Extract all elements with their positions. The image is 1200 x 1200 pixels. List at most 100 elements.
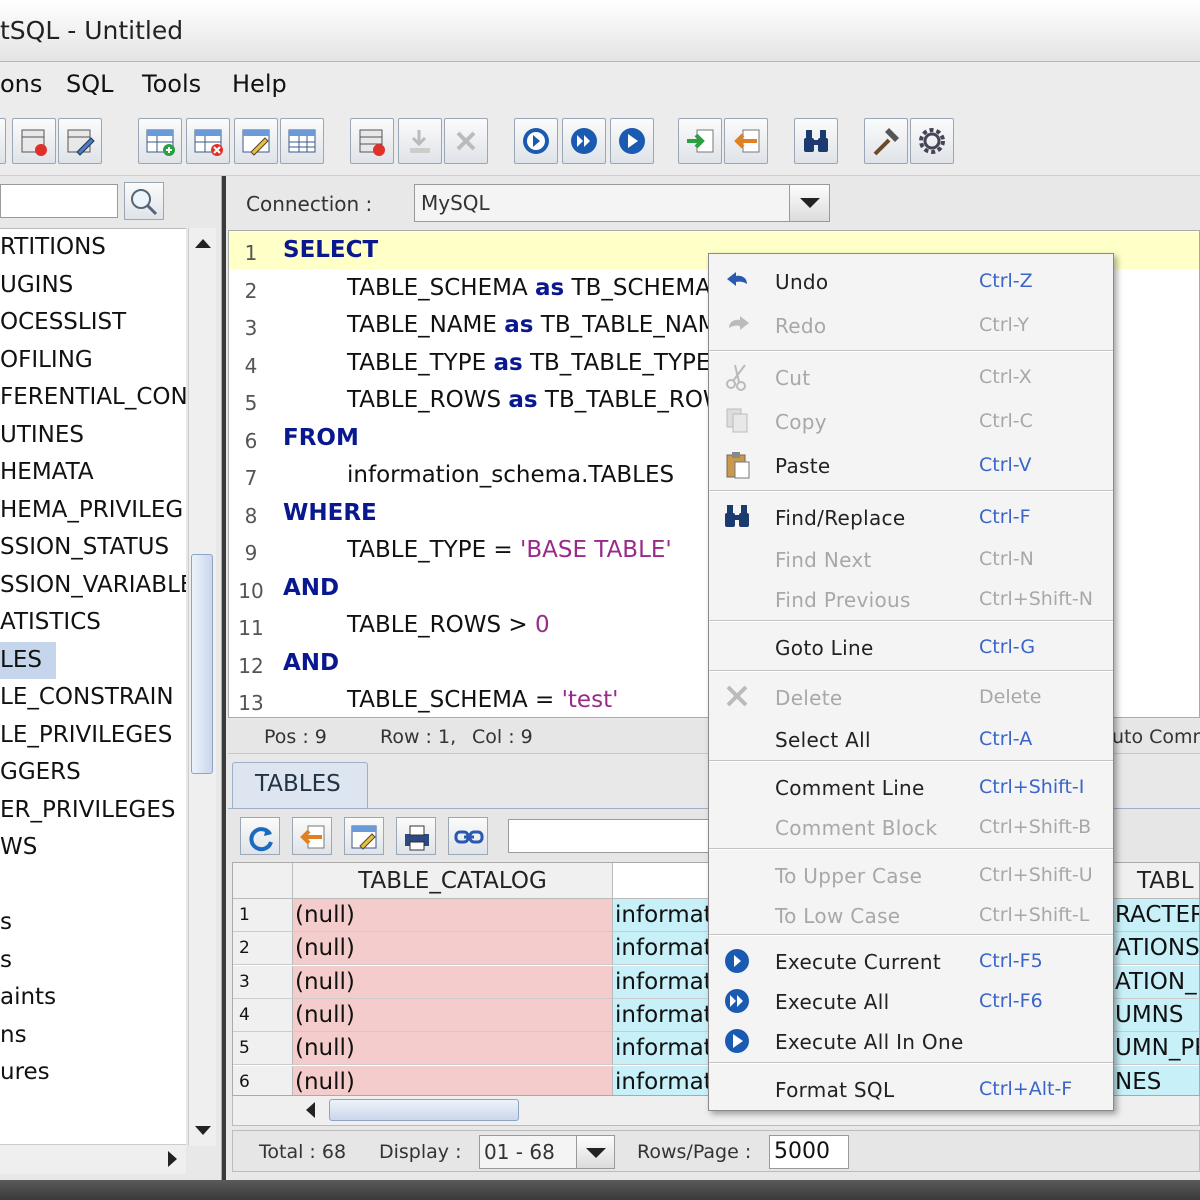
grid-cell[interactable]: (null) — [293, 965, 613, 999]
db-edit-button[interactable] — [58, 118, 102, 164]
grid-cell[interactable]: (null) — [293, 932, 613, 966]
tree-item[interactable]: UGINS — [0, 267, 73, 304]
grid-cell[interactable]: (null) — [293, 998, 613, 1032]
export-button[interactable] — [678, 118, 722, 164]
tree-item[interactable]: s — [0, 904, 12, 941]
scroll-left-icon[interactable] — [297, 1096, 325, 1124]
row-number-cell[interactable]: 6 — [233, 1065, 293, 1095]
scroll-down-icon[interactable] — [189, 1116, 217, 1146]
context-menu-format-sql[interactable]: Format SQL Ctrl+Alt-F — [709, 1070, 1113, 1108]
menu-sql[interactable]: SQL — [66, 70, 114, 98]
grid-cell[interactable]: (null) — [293, 1032, 613, 1066]
tree-item[interactable]: s — [0, 942, 12, 979]
grid-header-table-catalog[interactable]: TABLE_CATALOG — [293, 863, 613, 899]
tree-item[interactable]: ns — [0, 1017, 27, 1054]
row-number-cell[interactable]: 5 — [233, 1032, 293, 1066]
grid-cell[interactable]: RACTER — [1113, 899, 1199, 932]
display-dropdown-button[interactable] — [576, 1136, 614, 1168]
rows-per-page-input[interactable]: 5000 — [769, 1135, 849, 1169]
tree-search-input[interactable] — [0, 184, 118, 218]
tree-item[interactable]: HEMATA — [0, 454, 94, 491]
table-add-button[interactable] — [138, 118, 182, 164]
tree-item[interactable]: FERENTIAL_CON — [0, 379, 186, 416]
tree-item[interactable]: SSION_VARIABLE — [0, 567, 186, 604]
tree-item[interactable]: WS — [0, 829, 37, 866]
tab-tables[interactable]: TABLES — [232, 762, 368, 808]
link-button[interactable] — [448, 817, 488, 855]
scroll-right-icon[interactable] — [158, 1145, 186, 1173]
grid-cell[interactable]: informat — [613, 1032, 713, 1066]
grid-cell[interactable]: ATION_ — [1113, 965, 1199, 999]
tree-item[interactable]: HEMA_PRIVILEG — [0, 492, 183, 529]
grid-cell[interactable]: (null) — [293, 1065, 613, 1095]
grid-cell[interactable]: informat — [613, 1065, 713, 1095]
print-button[interactable] — [396, 817, 436, 855]
table-edit-button[interactable] — [234, 118, 278, 164]
execute-current-button[interactable] — [514, 118, 558, 164]
context-menu-paste[interactable]: Paste Ctrl-V — [709, 446, 1113, 484]
tree-item[interactable]: SSION_STATUS — [0, 529, 169, 566]
context-menu-undo[interactable]: Undo Ctrl-Z — [709, 262, 1113, 300]
db-partial-button[interactable] — [0, 118, 6, 164]
menu-tools[interactable]: Tools — [142, 70, 201, 98]
context-menu-execute-current[interactable]: Execute Current Ctrl-F5 — [709, 942, 1113, 980]
grid-header-col2[interactable] — [613, 863, 713, 899]
context-menu-comment-line[interactable]: Comment Line Ctrl+Shift-I — [709, 768, 1113, 806]
row-number-cell[interactable]: 4 — [233, 998, 293, 1032]
grid-cell[interactable]: informat — [613, 998, 713, 1032]
grid-cell[interactable]: informat — [613, 965, 713, 999]
tree-item[interactable]: ures — [0, 1054, 50, 1091]
grid-cell[interactable]: UMNS — [1113, 998, 1199, 1032]
context-menu-find-replace[interactable]: Find/Replace Ctrl-F — [709, 498, 1113, 536]
context-menu-copy[interactable]: Copy Ctrl-C — [709, 402, 1113, 440]
tree-horizontal-scrollbar[interactable] — [0, 1144, 186, 1174]
table-remove-button[interactable] — [186, 118, 230, 164]
context-menu-delete[interactable]: Delete Delete — [709, 678, 1113, 716]
grid-scroll-thumb[interactable] — [329, 1099, 519, 1121]
grid-cell[interactable]: informat — [613, 899, 713, 932]
edit-grid-button[interactable] — [344, 817, 384, 855]
tree-item[interactable]: ATISTICS — [0, 604, 101, 641]
menu-help[interactable]: Help — [232, 70, 287, 98]
context-menu-find-previous[interactable]: Find Previous Ctrl+Shift-N — [709, 580, 1113, 618]
tree-item[interactable]: aints — [0, 979, 56, 1016]
context-menu-goto-line[interactable]: Goto Line Ctrl-G — [709, 628, 1113, 666]
clear-button[interactable] — [444, 118, 488, 164]
tree-item[interactable]: LE_CONSTRAIN — [0, 679, 174, 716]
tree-item[interactable]: LE_PRIVILEGES — [0, 717, 172, 754]
connection-select[interactable]: MySQL — [414, 184, 830, 222]
db-remove-button[interactable] — [12, 118, 56, 164]
context-menu-to-low-case[interactable]: To Low Case Ctrl+Shift-L — [709, 896, 1113, 934]
tools-button[interactable] — [864, 118, 908, 164]
grid-cell[interactable]: ATIONS — [1113, 932, 1199, 966]
context-menu-select-all[interactable]: Select All Ctrl-A — [709, 720, 1113, 758]
find-button[interactable] — [794, 118, 838, 164]
context-menu-to-upper-case[interactable]: To Upper Case Ctrl+Shift-U — [709, 856, 1113, 894]
refresh-button[interactable] — [240, 817, 280, 855]
grid-header-rownum[interactable] — [233, 863, 293, 899]
tree-item[interactable]: UTINES — [0, 417, 84, 454]
import-back-button[interactable] — [724, 118, 768, 164]
display-range-select[interactable]: 01 - 68 — [479, 1135, 615, 1169]
context-menu-comment-block[interactable]: Comment Block Ctrl+Shift-B — [709, 808, 1113, 846]
execute-all-in-one-button[interactable] — [610, 118, 654, 164]
context-menu-cut[interactable]: Cut Ctrl-X — [709, 358, 1113, 396]
grid-header-table-name[interactable]: TABL — [1113, 863, 1199, 899]
execute-all-button[interactable] — [562, 118, 606, 164]
back-button[interactable] — [292, 817, 332, 855]
grid-cell[interactable]: informat — [613, 932, 713, 966]
context-menu-execute-all-in-one[interactable]: Execute All In One — [709, 1022, 1113, 1060]
menu-options[interactable]: ons — [0, 70, 42, 98]
tree-search-button[interactable] — [124, 182, 164, 220]
table-view-button[interactable] — [280, 118, 324, 164]
tree-item[interactable]: ER_PRIVILEGES — [0, 792, 175, 829]
row-number-cell[interactable]: 3 — [233, 965, 293, 999]
context-menu-execute-all[interactable]: Execute All Ctrl-F6 — [709, 982, 1113, 1020]
db-stop-button[interactable] — [350, 118, 394, 164]
tree-vertical-scrollbar[interactable] — [188, 228, 216, 1146]
tree-item[interactable]: GGERS — [0, 754, 81, 791]
row-number-cell[interactable]: 2 — [233, 932, 293, 966]
connection-dropdown-button[interactable] — [789, 185, 829, 221]
settings-button[interactable] — [910, 118, 954, 164]
grid-cell[interactable]: NES — [1113, 1065, 1199, 1095]
